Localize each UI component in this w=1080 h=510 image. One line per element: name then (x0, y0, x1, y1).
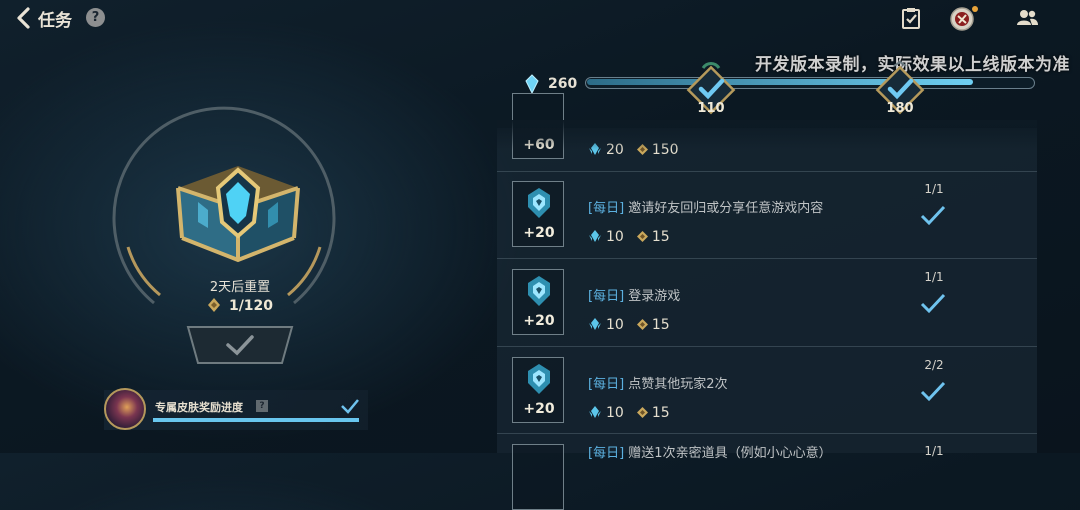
skin-help-icon[interactable]: ? (256, 400, 268, 412)
quest-title-text: 点赞其他玩家2次 (628, 377, 728, 392)
quest-exp: +20 (523, 401, 555, 417)
quest-exp-box: +20 (512, 357, 564, 423)
quest-tag: [每日] (588, 289, 625, 304)
quest-coin-value: 15 (651, 317, 670, 333)
profile-emblem-icon[interactable] (949, 5, 978, 31)
quest-exp-box: +20 (512, 181, 564, 247)
skin-reward-label: 专属皮肤奖励进度 (155, 401, 243, 414)
quest-exp: +20 (523, 225, 555, 241)
row-divider (497, 346, 1037, 347)
quest-gem-value: 10 (606, 317, 624, 333)
reset-countdown: 2天后重置 (209, 280, 271, 295)
quest-exp-box (512, 444, 564, 510)
quest-list (497, 128, 1037, 453)
quest-count: 1/1 (924, 444, 944, 458)
coin-icon (636, 318, 649, 335)
quest-tag: [每日] (588, 201, 625, 216)
quest-coin-value: 15 (651, 405, 670, 421)
row-divider (497, 258, 1037, 259)
crystal-icon (588, 317, 602, 335)
quest-title: [每日] 邀请好友回归或分享任意游戏内容 (588, 197, 823, 216)
coin-icon (636, 406, 649, 423)
crystal-icon (588, 229, 602, 247)
friends-icon[interactable] (1014, 5, 1040, 31)
help-icon[interactable]: ? (86, 8, 105, 27)
quest-title-text: 赠送1次亲密道具（例如小心心意） (628, 446, 832, 461)
coin-icon (207, 297, 221, 317)
page-title: 任务 (38, 11, 72, 31)
skin-avatar (104, 388, 146, 430)
row-divider (497, 171, 1037, 172)
quest-rewards: 10 15 (588, 405, 670, 423)
quest-count: 2/2 (924, 358, 944, 372)
quest-gem-value: 10 (606, 229, 624, 245)
quest-title: [每日] 赠送1次亲密道具（例如小心心意） (588, 442, 832, 461)
crystal-icon (588, 405, 602, 423)
quest-title-text: 登录游戏 (628, 289, 681, 304)
quest-exp-box: +20 (512, 269, 564, 335)
quest-title: [每日] 点赞其他玩家2次 (588, 373, 728, 392)
milestone-label: 110 (697, 101, 725, 116)
quest-count: 1/1 (924, 182, 944, 196)
claim-chest-button[interactable] (186, 325, 294, 365)
back-arrow-icon[interactable] (12, 6, 36, 30)
quest-coin-value: 15 (651, 229, 670, 245)
row-divider (497, 433, 1037, 434)
quest-count: 1/1 (924, 270, 944, 284)
list-fade (497, 120, 1037, 150)
quest-tag: [每日] (588, 377, 625, 392)
quest-list-icon[interactable] (898, 5, 924, 31)
quest-gem-value: 10 (606, 405, 624, 421)
reward-chest[interactable] (168, 148, 308, 268)
checkmark-icon (920, 204, 946, 226)
skin-progress-bar (153, 418, 359, 422)
quest-title: [每日] 登录游戏 (588, 285, 680, 304)
milestone-label: 180 (886, 101, 914, 116)
checkmark-icon (340, 398, 360, 414)
quest-rewards: 10 15 (588, 229, 670, 247)
checkmark-icon (920, 292, 946, 314)
coin-icon (636, 230, 649, 247)
quest-title-text: 邀请好友回归或分享任意游戏内容 (628, 201, 824, 216)
quest-rewards: 10 15 (588, 317, 670, 335)
chest-progress: 1/120 (150, 297, 330, 317)
chest-progress-text: 1/120 (228, 298, 274, 314)
progress-total: 260 (548, 76, 578, 92)
quest-exp: +20 (523, 313, 555, 329)
quest-tag: [每日] (588, 446, 625, 461)
checkmark-icon (920, 380, 946, 402)
crystal-icon (524, 74, 540, 95)
